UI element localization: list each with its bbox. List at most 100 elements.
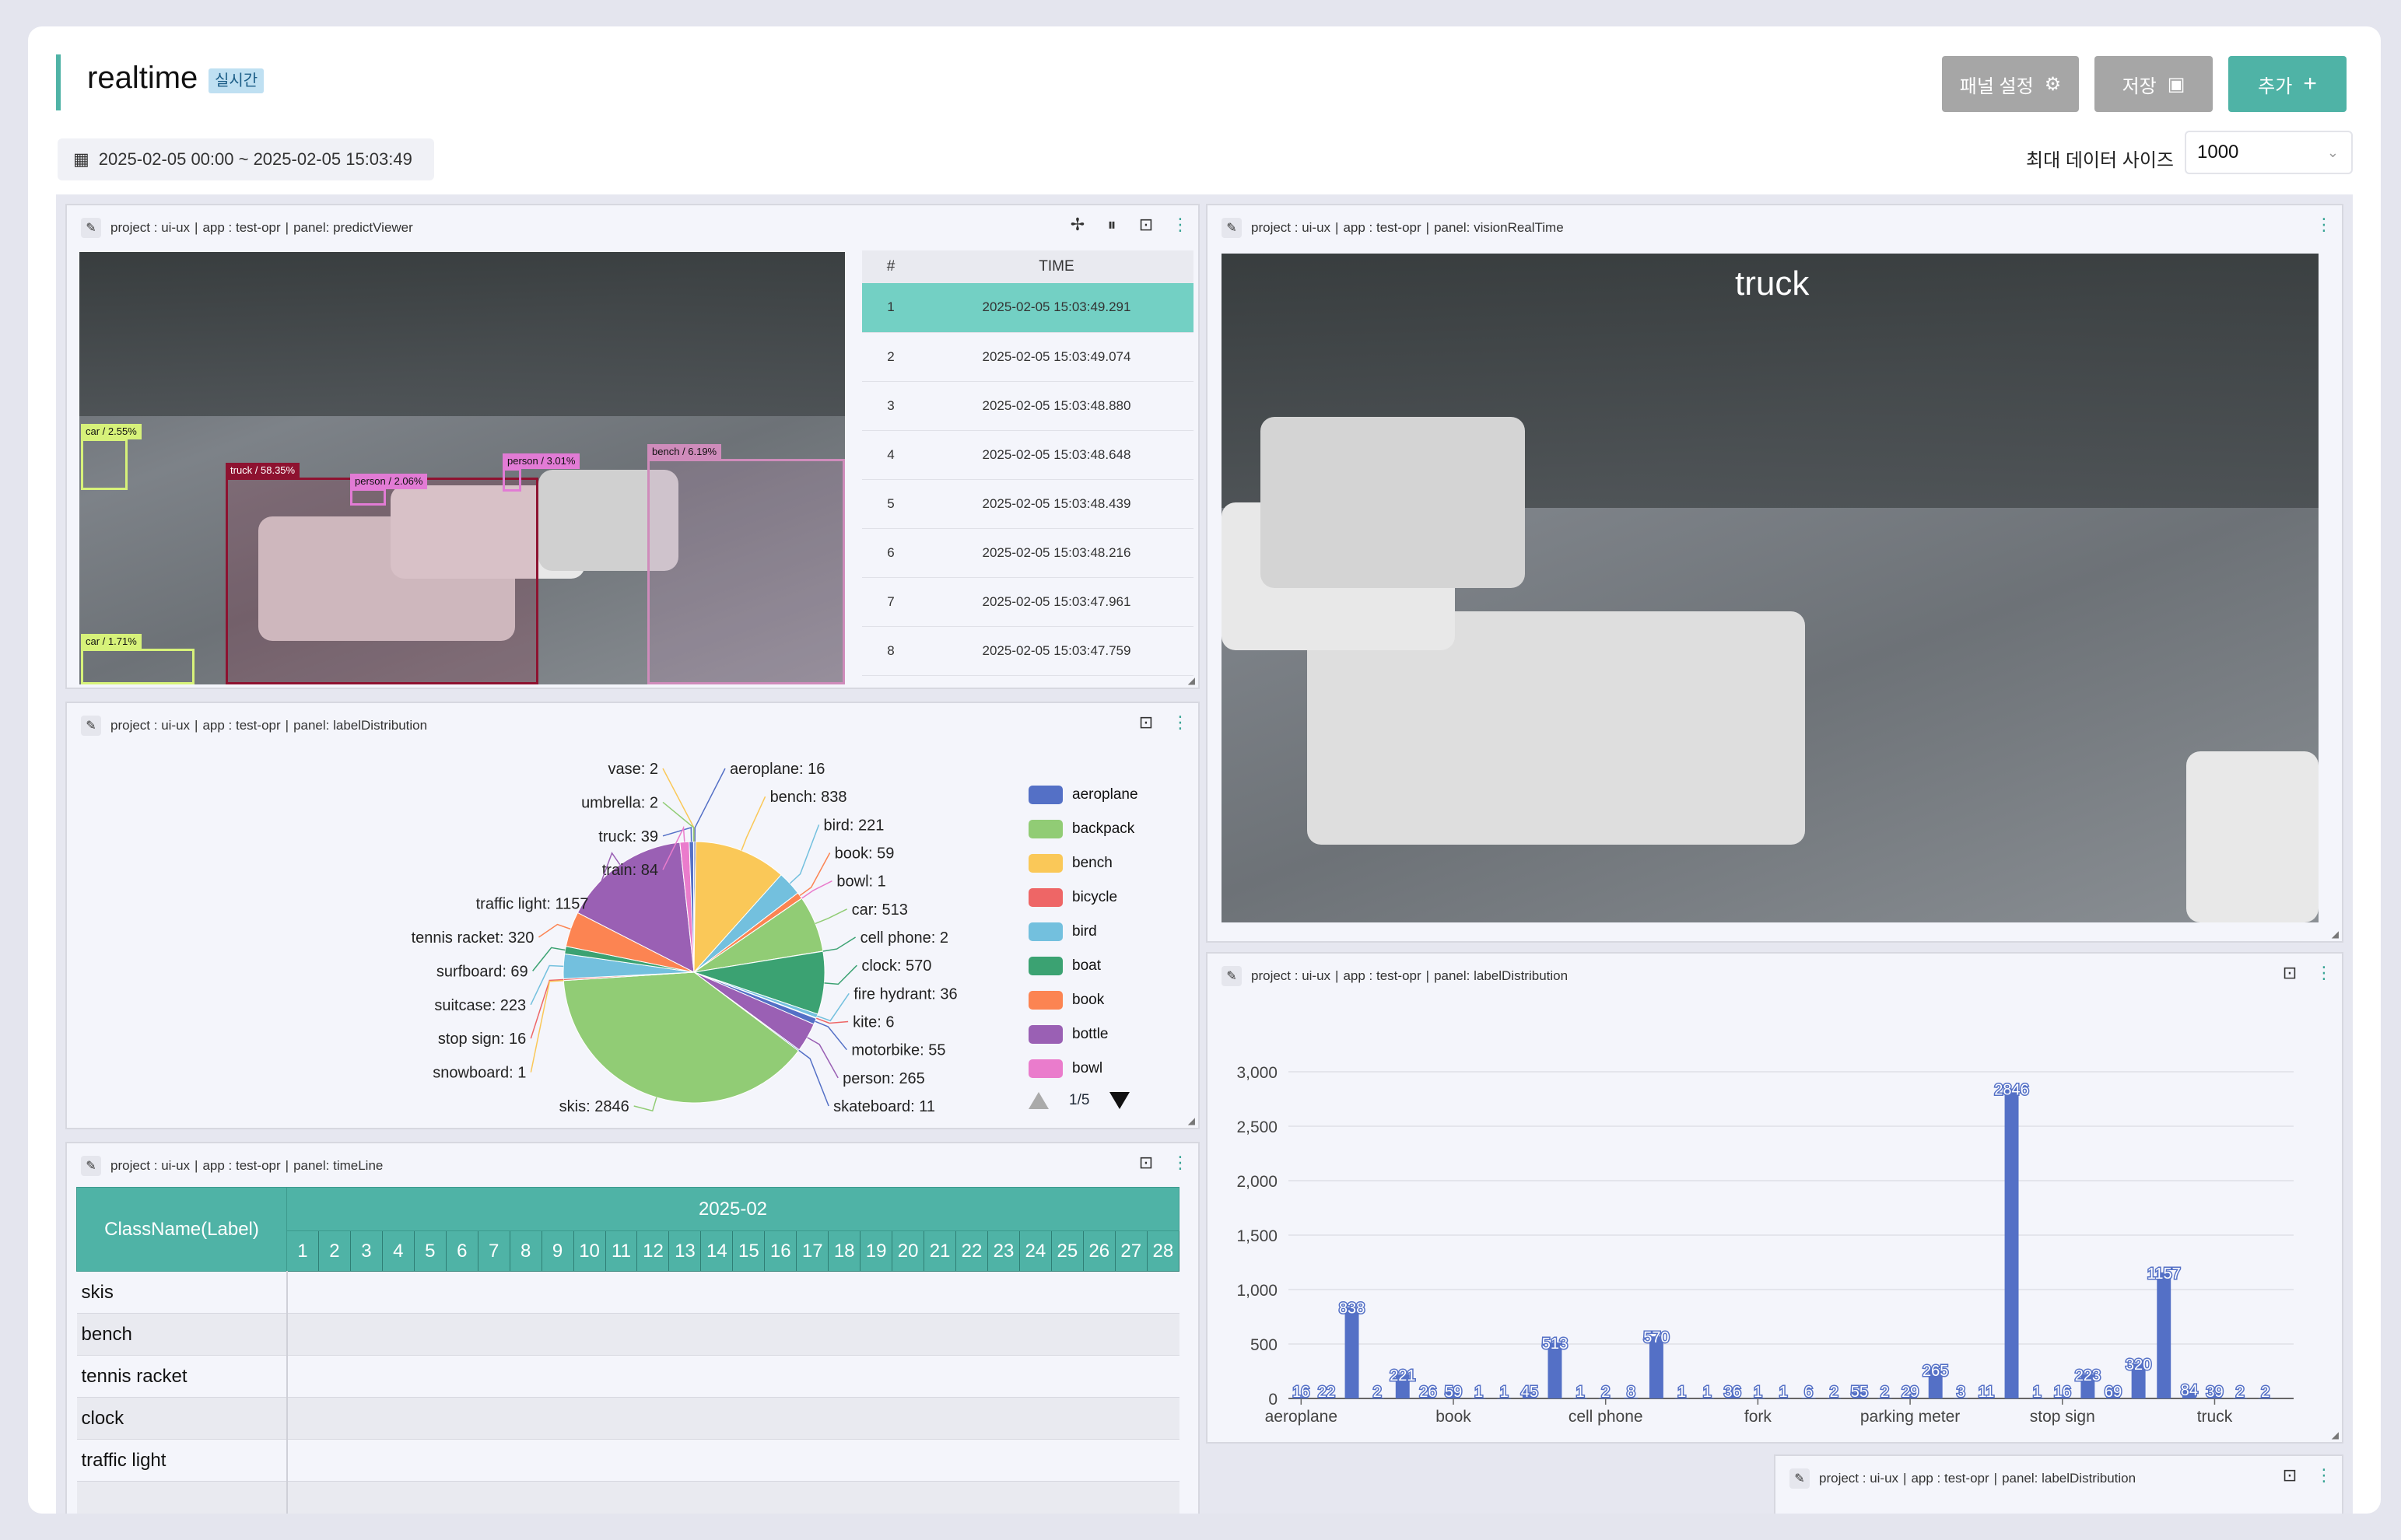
time-row[interactable]: 4 2025-02-05 15:03:48.648 [862, 430, 1193, 480]
legend-item[interactable]: bowl [1029, 1052, 1138, 1086]
camera-jeep-shape [1260, 417, 1525, 588]
timeline-day: 8 [509, 1230, 542, 1272]
legend-item[interactable]: bird [1029, 915, 1138, 949]
col-time: TIME [920, 250, 1193, 283]
legend-item[interactable]: backpack [1029, 812, 1138, 846]
more-icon[interactable]: ⋮ [2314, 215, 2334, 235]
panel-toolbar: ⊡ ⋮ [1136, 712, 1190, 733]
timeline-cells [286, 1439, 1179, 1482]
pie-label: kite: 6 [853, 1014, 894, 1031]
time-row[interactable]: 8 2025-02-05 15:03:47.759 [862, 626, 1193, 676]
time-row[interactable]: 5 2025-02-05 15:03:48.439 [862, 479, 1193, 529]
legend-swatch [1029, 922, 1063, 941]
pencil-icon[interactable]: ✎ [81, 218, 101, 238]
pie-leader-line [662, 768, 695, 842]
resize-handle[interactable]: ◢ [2332, 929, 2339, 940]
pencil-icon[interactable]: ✎ [1222, 966, 1242, 986]
more-icon[interactable]: ⋮ [1170, 215, 1190, 235]
time-row[interactable]: 2 2025-02-05 15:03:49.074 [862, 332, 1193, 382]
pie-leader-line [798, 1049, 829, 1107]
legend-label: bowl [1072, 1060, 1103, 1076]
legend-swatch [1029, 854, 1063, 873]
resize-handle[interactable]: ◢ [1188, 675, 1195, 686]
legend-pager: 1/5 [1029, 1092, 1130, 1109]
detection-box: car / 1.71% [81, 634, 195, 684]
bar-value-label: 84 [2181, 1382, 2198, 1399]
panel-settings-button[interactable]: 패널 설정 ⚙ [1942, 56, 2079, 112]
separator: | [1335, 220, 1339, 235]
timeline-day: 7 [477, 1230, 510, 1272]
row-number: 3 [862, 381, 920, 431]
capture-icon[interactable]: ⊡ [2280, 963, 2300, 983]
timeline-cells [286, 1481, 1179, 1514]
time-row[interactable]: 3 2025-02-05 15:03:48.880 [862, 381, 1193, 431]
bar-value-label: 320 [2126, 1356, 2151, 1374]
bar-value-label: 45 [1521, 1384, 1538, 1401]
project-label: project : ui-ux [110, 220, 191, 235]
panel-name: panel: timeLine [293, 1158, 384, 1173]
legend-item[interactable]: aeroplane [1029, 778, 1138, 812]
legend-next-icon[interactable] [1109, 1092, 1130, 1109]
more-icon[interactable]: ⋮ [1170, 1153, 1190, 1173]
project-label: project : ui-ux [110, 718, 191, 733]
legend-item[interactable]: book [1029, 983, 1138, 1017]
pie-leader-line [822, 936, 856, 952]
pencil-icon[interactable]: ✎ [1789, 1468, 1810, 1489]
pencil-icon[interactable]: ✎ [81, 1156, 101, 1176]
bar-value-label: 59 [1445, 1384, 1462, 1401]
pause-icon[interactable]: ⏸ [1102, 215, 1122, 235]
more-icon[interactable]: ⋮ [1170, 712, 1190, 733]
time-row[interactable]: 7 2025-02-05 15:03:47.961 [862, 577, 1193, 627]
panel-name: panel: visionRealTime [1434, 220, 1564, 235]
bar-value-label: 1 [1754, 1384, 1762, 1401]
pencil-icon[interactable]: ✎ [81, 716, 101, 736]
timeline-row-label: tennis racket [76, 1355, 288, 1398]
pie-leader-line [633, 1097, 657, 1112]
pie-leader-line [807, 1037, 839, 1079]
bar-value-label: 2 [1601, 1384, 1610, 1401]
pie-label: bowl: 1 [836, 873, 885, 891]
resize-handle[interactable]: ◢ [2332, 1430, 2339, 1440]
date-range-picker[interactable]: ▦ 2025-02-05 00:00 ~ 2025-02-05 15:03:49 [58, 138, 434, 180]
capture-icon[interactable]: ⊡ [1136, 712, 1156, 733]
row-time: 2025-02-05 15:03:48.648 [920, 430, 1193, 480]
pie-label: fire hydrant: 36 [853, 985, 957, 1003]
more-icon[interactable]: ⋮ [2314, 963, 2334, 983]
y-tick-label: 2,500 [1236, 1118, 1278, 1136]
project-label: project : ui-ux [110, 1158, 191, 1173]
y-tick-label: 0 [1268, 1391, 1278, 1409]
save-button[interactable]: 저장 ▣ [2094, 56, 2213, 112]
camera-background [79, 252, 845, 417]
timeline-day: 1 [286, 1230, 319, 1272]
time-row[interactable]: 1 2025-02-05 15:03:49.291 [862, 283, 1193, 333]
timeline-day: 27 [1114, 1230, 1148, 1272]
time-row[interactable]: 6 2025-02-05 15:03:48.216 [862, 528, 1193, 578]
pin-icon[interactable]: ✢ [1067, 215, 1088, 235]
capture-icon[interactable]: ⊡ [1136, 215, 1156, 235]
legend-item[interactable]: boat [1029, 949, 1138, 983]
bar-value-label: 3 [1957, 1384, 1965, 1401]
separator: | [285, 718, 289, 733]
app-label: app : test-opr [202, 718, 281, 733]
resize-handle[interactable]: ◢ [1188, 1115, 1195, 1126]
y-tick-label: 1,000 [1236, 1282, 1278, 1300]
vision-detection-label: truck [1735, 264, 1810, 303]
pencil-icon[interactable]: ✎ [1222, 218, 1242, 238]
legend-item[interactable]: bottle [1029, 1017, 1138, 1052]
legend-prev-icon[interactable] [1029, 1092, 1049, 1109]
x-tick-label: aeroplane [1265, 1408, 1337, 1426]
legend-item[interactable]: bench [1029, 846, 1138, 880]
x-tick-label: book [1435, 1408, 1471, 1426]
pie-label: surfboard: 69 [436, 963, 528, 980]
app-label: app : test-opr [1343, 968, 1421, 983]
more-icon[interactable]: ⋮ [2314, 1465, 2334, 1486]
legend-item[interactable]: bicycle [1029, 880, 1138, 915]
max-data-size-select[interactable]: 1000 ⌄ [2185, 131, 2353, 174]
bar-value-label: 1 [1500, 1384, 1509, 1401]
add-button[interactable]: 추가 + [2228, 56, 2347, 112]
panel-label-distribution-bar: ✎ project : ui-ux | app : test-opr | panel… [1206, 952, 2343, 1444]
panel-name: panel: labelDistribution [293, 718, 428, 733]
capture-icon[interactable]: ⊡ [2280, 1465, 2300, 1486]
row-time: 2025-02-05 15:03:48.439 [920, 479, 1193, 529]
capture-icon[interactable]: ⊡ [1136, 1153, 1156, 1173]
